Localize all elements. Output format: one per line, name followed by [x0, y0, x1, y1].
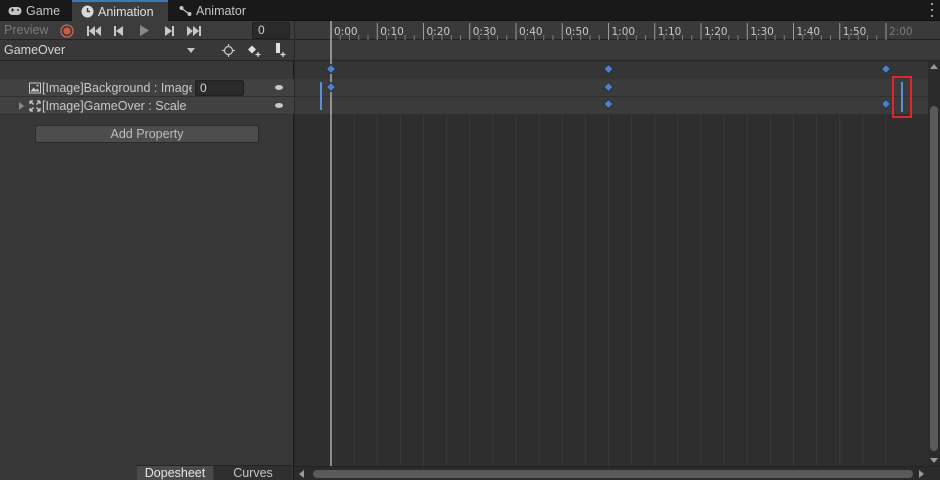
skip-to-start-icon: [87, 25, 101, 36]
add-property-button[interactable]: Add Property: [35, 125, 259, 143]
window-menu-icon[interactable]: [928, 3, 936, 17]
record-icon: [60, 23, 74, 38]
tab-curves[interactable]: Curves: [214, 465, 292, 480]
tab-animation[interactable]: Animation: [72, 0, 168, 21]
record-button[interactable]: [55, 22, 79, 39]
window-tab-bar: Game Animation Animator: [0, 0, 940, 21]
animation-window: Game Animation Animator Preview 0 GameOv…: [0, 0, 940, 480]
property-row-background-image[interactable]: [Image]Background : Image 0: [0, 79, 294, 97]
ruler-tick-label: 0:20: [427, 26, 451, 38]
filter-by-selection-button[interactable]: [216, 41, 240, 59]
chevron-down-icon[interactable]: [187, 48, 195, 53]
next-keyframe-button[interactable]: [157, 22, 181, 39]
clip-selector[interactable]: GameOver: [0, 40, 200, 60]
clip-start-marker: [320, 82, 322, 110]
highlight-box: [892, 76, 912, 118]
keyframe-background-image: [325, 81, 337, 93]
add-keyframe-button[interactable]: [242, 41, 266, 59]
vertical-scroll-thumb[interactable]: [930, 106, 938, 451]
property-label: [Image]GameOver : Scale: [42, 99, 187, 113]
ruler-tick-label: 1:00: [612, 26, 636, 38]
tab-game-label: Game: [26, 3, 61, 18]
property-options-icon[interactable]: [275, 103, 283, 108]
step-back-icon: [114, 25, 123, 36]
skip-to-end-icon: [187, 25, 201, 36]
ruler-tick-label: 0:50: [565, 26, 589, 38]
horizontal-scroll-thumb[interactable]: [313, 470, 913, 478]
ruler-tick-label: 0:40: [519, 26, 543, 38]
expand-arrow-icon[interactable]: [19, 102, 24, 110]
keyframe-background-image: [603, 81, 614, 93]
gamepad-icon: [8, 4, 22, 18]
keyframe-gameover-scale: [603, 98, 614, 110]
property-options-icon[interactable]: [275, 85, 283, 90]
animator-icon: [178, 4, 192, 18]
scale-icon: [29, 100, 41, 112]
clock-icon: [80, 5, 94, 19]
property-label: [Image]Background : Image: [42, 81, 192, 95]
ruler-tick-label: 0:30: [473, 26, 497, 38]
ruler-tick-label: 0:00: [334, 26, 358, 38]
step-forward-icon: [165, 25, 174, 36]
dopesheet-timeline[interactable]: 0:00 0:10 0:20 0:30 0:40 0:50 1:00 1:10 1:20 1:30…: [295, 21, 940, 480]
horizontal-scrollbar[interactable]: [295, 466, 940, 480]
first-keyframe-button[interactable]: [82, 22, 106, 39]
scroll-up-icon[interactable]: [930, 64, 938, 69]
tab-animation-label: Animation: [98, 4, 154, 19]
ruler-tick-label: 0:10: [380, 26, 404, 38]
property-value-field[interactable]: 0: [195, 80, 244, 96]
add-event-icon: [275, 43, 285, 57]
current-frame-field[interactable]: 0: [252, 22, 290, 39]
tab-animator-label: Animator: [196, 3, 247, 18]
preview-button[interactable]: Preview: [0, 21, 54, 40]
add-event-button[interactable]: [268, 41, 292, 59]
tab-animator[interactable]: Animator: [170, 0, 260, 21]
play-button[interactable]: [132, 22, 156, 39]
ruler-tick-label: 1:10: [658, 26, 682, 38]
add-keyframe-icon: [247, 45, 260, 57]
play-icon: [139, 25, 149, 36]
playback-controls: Preview 0: [0, 21, 294, 40]
scroll-left-icon[interactable]: [299, 470, 304, 478]
scroll-down-icon[interactable]: [930, 458, 938, 463]
tab-game[interactable]: Game: [0, 0, 72, 21]
keyframe-summary: [603, 63, 614, 75]
clip-toolbar: GameOver: [0, 40, 294, 61]
ruler-tick-label: 2:00: [889, 26, 913, 38]
ruler-tick-label: 1:50: [843, 26, 867, 38]
ruler-tick-label: 1:30: [750, 26, 774, 38]
scroll-right-icon[interactable]: [919, 470, 924, 478]
image-icon: [29, 82, 41, 94]
ruler-tick-label: 1:40: [797, 26, 821, 38]
last-keyframe-button[interactable]: [182, 22, 206, 39]
keyframe-summary: [880, 63, 892, 75]
crosshair-icon: [221, 43, 235, 57]
keyframe-summary: [325, 63, 337, 75]
keyframe-gameover-scale: [880, 98, 892, 110]
tab-dopesheet[interactable]: Dopesheet: [137, 465, 213, 480]
ruler-tick-label: 1:20: [704, 26, 728, 38]
vertical-scrollbar[interactable]: [928, 61, 940, 466]
previous-keyframe-button[interactable]: [107, 22, 131, 39]
timeline-overlay: 0:00 0:10 0:20 0:30 0:40 0:50 1:00 1:10 1:20 1:30…: [325, 21, 913, 466]
property-panel: Preview 0 GameOver [Image]Background: I…: [0, 21, 294, 480]
property-row-gameover-scale[interactable]: [Image]GameOver : Scale: [0, 97, 294, 115]
